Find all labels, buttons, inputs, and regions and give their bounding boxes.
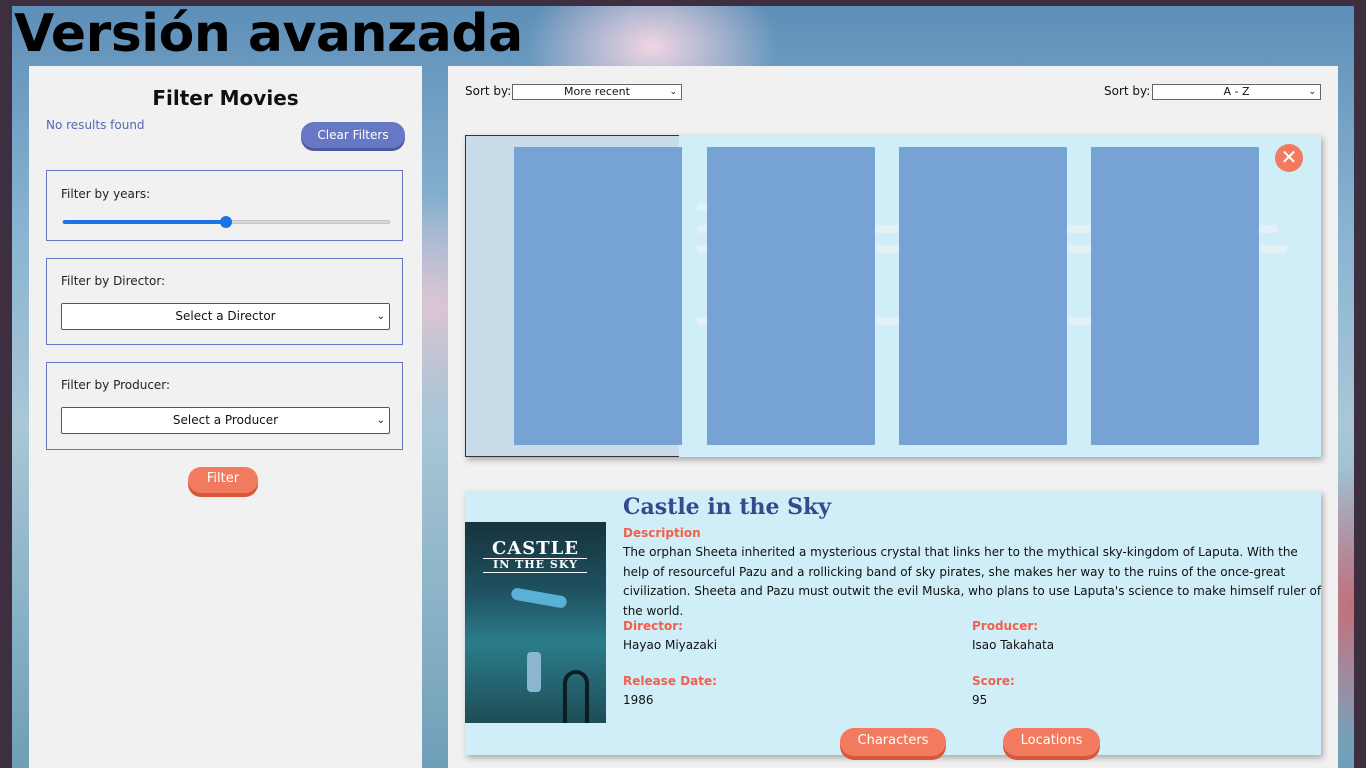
producer-filter-label: Filter by Producer: xyxy=(61,378,171,392)
sort-alpha-value: A - Z xyxy=(1223,85,1250,98)
clear-filters-button[interactable]: Clear Filters xyxy=(301,122,405,148)
sort-date-select[interactable]: More recent ⌄ xyxy=(512,84,682,100)
character-card[interactable] xyxy=(899,147,1067,445)
sort-alpha-label: Sort by: xyxy=(1104,84,1151,98)
poster-title-line1: CASTLE xyxy=(491,538,580,559)
page-headline: Versión avanzada xyxy=(14,4,523,64)
year-slider-thumb[interactable] xyxy=(220,216,232,228)
year-slider-fill xyxy=(63,220,226,224)
director-label: Director: xyxy=(623,619,683,633)
year-filter-label: Filter by years: xyxy=(61,187,151,201)
chevron-down-icon: ⌄ xyxy=(376,415,385,426)
year-filter-box: Filter by years: xyxy=(46,170,403,241)
filter-sidebar: Filter Movies No results found Clear Fil… xyxy=(29,66,422,768)
chevron-down-icon: ⌄ xyxy=(376,311,385,322)
movie-list-panel: Sort by: More recent ⌄ Sort by: A - Z ⌄ … xyxy=(448,66,1338,768)
locations-button[interactable]: Locations xyxy=(1003,728,1100,756)
director-select[interactable]: Select a Director ⌄ xyxy=(61,303,390,330)
score-value: 95 xyxy=(972,693,988,707)
producer-value: Isao Takahata xyxy=(972,638,1055,652)
characters-button[interactable]: Characters xyxy=(840,728,946,756)
movie-description: The orphan Sheeta inherited a mysterious… xyxy=(623,545,1322,618)
movie-poster[interactable]: CASTLE IN THE SKY xyxy=(465,522,606,723)
chevron-down-icon: ⌄ xyxy=(1308,87,1316,97)
chevron-down-icon: ⌄ xyxy=(669,87,677,97)
producer-select[interactable]: Select a Producer ⌄ xyxy=(61,407,390,434)
character-card[interactable] xyxy=(514,147,682,445)
release-label: Release Date: xyxy=(623,674,717,688)
director-select-value: Select a Director xyxy=(175,309,276,323)
poster-figure-girl xyxy=(510,587,568,609)
score-label: Score: xyxy=(972,674,1015,688)
director-filter-box: Filter by Director: Select a Director ⌄ xyxy=(46,258,403,345)
movie-title: Castle in the Sky xyxy=(623,494,832,520)
poster-figure-boy xyxy=(527,652,541,692)
director-filter-label: Filter by Director: xyxy=(61,274,166,288)
close-icon[interactable]: ✕ xyxy=(1275,144,1303,172)
movie-card: CASTLE IN THE SKY Castle in the Sky Desc… xyxy=(465,491,1322,756)
release-value: 1986 xyxy=(623,693,654,707)
producer-select-value: Select a Producer xyxy=(172,413,279,427)
year-slider[interactable] xyxy=(62,216,390,228)
filter-button[interactable]: Filter xyxy=(188,467,258,493)
producer-label: Producer: xyxy=(972,619,1039,633)
sort-date-label: Sort by: xyxy=(465,84,512,98)
character-card[interactable] xyxy=(707,147,875,445)
character-card[interactable] xyxy=(1091,147,1259,445)
sort-alpha-select[interactable]: A - Z ⌄ xyxy=(1152,84,1321,100)
sidebar-title: Filter Movies xyxy=(152,86,299,110)
poster-divider xyxy=(483,572,587,573)
sort-date-value: More recent xyxy=(564,85,630,98)
characters-modal: ✕ xyxy=(465,135,1321,457)
producer-filter-box: Filter by Producer: Select a Producer ⌄ xyxy=(46,362,403,450)
description-label: Description xyxy=(623,526,701,540)
no-results-message: No results found xyxy=(46,118,145,132)
poster-figure-ring xyxy=(563,670,589,723)
poster-title-line2: IN THE SKY xyxy=(493,558,578,571)
director-value: Hayao Miyazaki xyxy=(623,638,718,652)
